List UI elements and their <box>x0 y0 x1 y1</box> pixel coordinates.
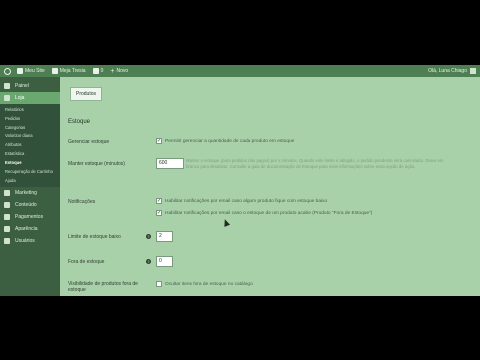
app-window: Meu Site Meja Tresia 0 + Novo Olá, Luna … <box>0 65 480 296</box>
hide-out-of-stock-label: Ocultar itens fora de estoque no catálog… <box>165 282 253 287</box>
comments-link[interactable]: 0 <box>92 68 104 74</box>
users-icon <box>4 238 10 245</box>
out-of-stock-notification-checkbox[interactable]: ✓ <box>156 210 162 216</box>
store-icon <box>51 68 58 74</box>
sidebar-item-conteudo[interactable]: Conteúdo <box>0 199 60 211</box>
comment-icon <box>92 68 99 74</box>
new-content-link[interactable]: + Novo <box>110 68 128 75</box>
submenu-item-recuperacao-carrinho[interactable]: Recuperação de Carrinho <box>0 168 60 177</box>
sidebar-item-pagamentos[interactable]: Pagamentos <box>0 211 60 223</box>
notifications-row: Notificações ✓ Habilitar notificações po… <box>68 198 468 223</box>
comments-count: 0 <box>100 68 104 74</box>
sidebar-item-label: Painel <box>15 83 29 89</box>
notifications-label: Notificações <box>68 199 96 205</box>
submenu-item-pedidos[interactable]: Pedidos <box>0 115 60 124</box>
low-stock-threshold-row: Limite de estoque baixo ? 2 <box>68 231 468 248</box>
manage-stock-row: Gerenciar estoque ✓ Permitir gerenciar a… <box>68 138 468 151</box>
help-icon[interactable]: ? <box>146 234 151 239</box>
out-of-stock-visibility-row: Visibilidade de produtos fora de estoque… <box>68 281 468 296</box>
greeting-label: Olá, Luna Chiago <box>428 68 467 74</box>
sidebar-item-aparencia[interactable]: Aparência <box>0 223 60 235</box>
manage-stock-label: Gerenciar estoque <box>68 139 110 145</box>
hide-out-of-stock-checkbox[interactable] <box>156 281 162 287</box>
submenu-item-categorias[interactable]: Categorias <box>0 124 60 133</box>
plus-icon: + <box>110 67 115 75</box>
out-of-stock-threshold-row: Fora de estoque ? 0 <box>68 256 468 273</box>
site-name-link[interactable]: Meu Site <box>17 68 45 74</box>
dashboard-icon <box>4 83 10 89</box>
submenu-item-valorizar-diana[interactable]: Valorizar diana <box>0 132 60 141</box>
manage-stock-checkbox[interactable]: ✓ <box>156 138 162 144</box>
section-title: Estoque <box>68 119 91 125</box>
new-content-label: Novo <box>116 68 129 74</box>
out-of-stock-threshold-label: Fora de estoque <box>68 259 105 265</box>
sidebar-item-painel[interactable]: Painel <box>0 80 60 92</box>
appearance-icon <box>4 226 10 233</box>
out-of-stock-visibility-label: Visibilidade de produtos fora de estoque <box>68 281 138 293</box>
wordpress-logo-icon[interactable] <box>4 67 11 75</box>
sidebar-item-label: Pagamentos <box>15 214 44 221</box>
megaphone-icon <box>4 190 10 197</box>
avatar <box>470 68 476 74</box>
sidebar-item-label: Loja <box>15 95 25 101</box>
admin-sidebar: Painel Loja Relatórios Pedidos Categoria… <box>0 77 60 296</box>
submenu-item-estoque[interactable]: Estoque <box>0 159 60 168</box>
submenu-item-atributos[interactable]: Atributos <box>0 141 60 150</box>
sidebar-item-usuarios[interactable]: Usuários <box>0 235 60 247</box>
sidebar-item-marketing[interactable]: Marketing <box>0 187 60 199</box>
sidebar-item-label: Aparência <box>15 226 38 233</box>
hold-stock-row: Manter estoque (minutos) 600 Manter o es… <box>68 158 468 195</box>
store-name-link[interactable]: Meja Tresia <box>51 68 86 74</box>
low-stock-threshold-input[interactable]: 2 <box>156 231 173 242</box>
submenu-item-ajuda[interactable]: Ajuda <box>0 177 60 186</box>
payments-icon <box>4 214 10 221</box>
sidebar-item-label: Conteúdo <box>15 202 37 209</box>
low-stock-notification-checkbox[interactable]: ✓ <box>156 198 162 204</box>
sidebar-item-loja[interactable]: Loja <box>0 92 60 104</box>
store-name-label: Meja Tresia <box>59 68 86 74</box>
hold-stock-label: Manter estoque (minutos) <box>68 161 125 167</box>
low-stock-threshold-label: Limite de estoque baixo <box>68 234 121 240</box>
help-icon[interactable]: ? <box>146 259 151 264</box>
hold-stock-input[interactable]: 600 <box>156 158 184 169</box>
main-content: Produtos Estoque Gerenciar estoque ✓ Per… <box>60 77 480 296</box>
account-menu[interactable]: Olá, Luna Chiago <box>428 65 476 77</box>
low-stock-notification-label: Habilitar notificações por email caso al… <box>165 199 328 204</box>
manage-stock-checkbox-label: Permitir gerenciar a quantidade de cada … <box>165 139 295 144</box>
tab-produtos[interactable]: Produtos <box>70 87 103 101</box>
sidebar-item-label: Marketing <box>15 190 37 197</box>
sidebar-submenu: Relatórios Pedidos Categorias Valorizar … <box>0 104 60 188</box>
hold-stock-description: Manter o estoque (para pedidos não pagos… <box>186 158 444 170</box>
home-icon <box>17 68 23 74</box>
out-of-stock-threshold-input[interactable]: 0 <box>156 256 173 267</box>
out-of-stock-notification-label: Habilitar notificações por email caso o … <box>165 211 373 216</box>
admin-bar: Meu Site Meja Tresia 0 + Novo Olá, Luna … <box>0 65 480 77</box>
content-icon <box>4 202 10 209</box>
sidebar-item-label: Usuários <box>15 238 35 245</box>
site-name-label: Meu Site <box>25 68 45 74</box>
store-icon <box>4 95 10 101</box>
submenu-item-relatorios[interactable]: Relatórios <box>0 106 60 115</box>
submenu-item-estatistica[interactable]: Estatística <box>0 150 60 159</box>
